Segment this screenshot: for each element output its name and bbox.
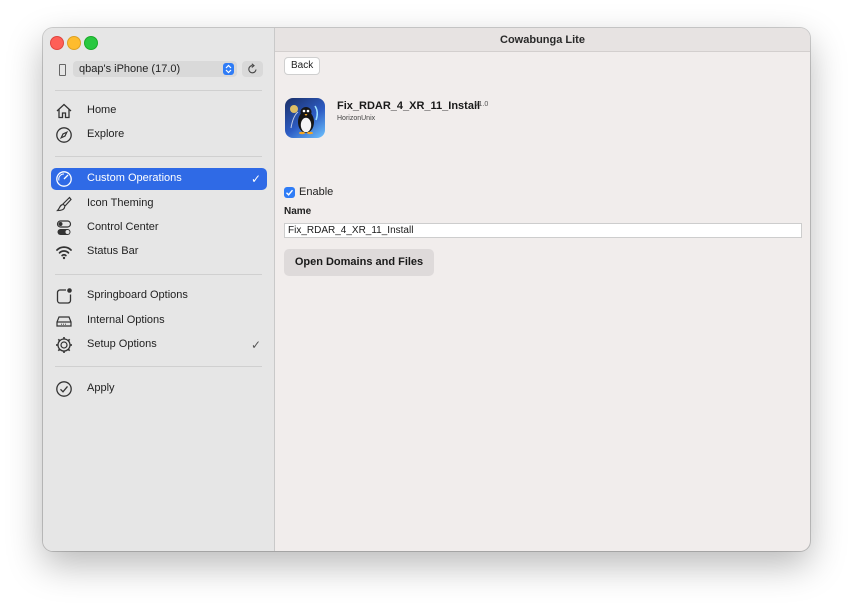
- sidebar-item-label: Setup Options: [87, 338, 157, 350]
- app-window: qbap's iPhone (17.0) Home Explore Custom…: [43, 28, 810, 551]
- sidebar-item-label: Status Bar: [87, 245, 139, 257]
- operation-author: HorizonUnix: [337, 115, 376, 122]
- sidebar-item-label: Icon Theming: [87, 197, 154, 209]
- drive-icon: [56, 316, 72, 327]
- paintbrush-icon: [56, 196, 72, 212]
- sidebar-item-explore[interactable]: Explore: [51, 124, 267, 146]
- checkmark-icon: ✓: [250, 338, 261, 352]
- enable-label: Enable: [299, 186, 334, 198]
- sidebar-item-setup-options[interactable]: Setup Options ✓: [51, 334, 267, 356]
- penguin-icon: [290, 105, 319, 135]
- sidebar-item-home[interactable]: Home: [51, 100, 267, 122]
- sidebar: qbap's iPhone (17.0) Home Explore Custom…: [43, 28, 275, 551]
- app-badge-icon: [56, 288, 72, 304]
- device-select[interactable]: qbap's iPhone (17.0): [73, 61, 237, 77]
- enable-checkbox[interactable]: [284, 187, 295, 198]
- device-select-value: qbap's iPhone (17.0): [79, 63, 181, 75]
- sidebar-item-label: Home: [87, 104, 117, 116]
- sidebar-item-internal-options[interactable]: Internal Options: [51, 310, 267, 332]
- sidebar-item-control-center[interactable]: Control Center: [51, 217, 267, 239]
- sidebar-divider: [55, 274, 262, 275]
- sidebar-item-label: Control Center: [87, 221, 159, 233]
- gauge-icon: [56, 171, 72, 187]
- operation-icon: [285, 98, 325, 138]
- sidebar-item-label: Apply: [87, 382, 115, 394]
- device-row: qbap's iPhone (17.0): [55, 61, 263, 79]
- toggles-icon: [56, 220, 72, 235]
- gear-icon: [56, 337, 72, 353]
- open-domains-button[interactable]: Open Domains and Files: [284, 249, 434, 276]
- sidebar-item-label: Internal Options: [87, 314, 165, 326]
- title-bar: Cowabunga Lite: [275, 28, 810, 52]
- checkmark-circle-icon: [56, 381, 72, 397]
- operation-name: Fix_RDAR_4_XR_11_Install: [337, 100, 481, 112]
- refresh-icon: [248, 63, 257, 74]
- sidebar-divider: [55, 366, 262, 367]
- close-window-button[interactable]: [50, 36, 64, 50]
- operation-version: v1.0: [475, 101, 489, 108]
- compass-icon: [56, 127, 72, 143]
- sidebar-item-label: Explore: [87, 128, 125, 140]
- sidebar-item-apply[interactable]: Apply: [51, 378, 267, 400]
- back-button[interactable]: Back: [284, 57, 321, 75]
- home-icon: [56, 103, 72, 119]
- sidebar-item-custom-operations[interactable]: Custom Operations ✓: [51, 168, 267, 190]
- name-label: Name: [284, 206, 312, 217]
- sidebar-item-springboard-options[interactable]: Springboard Options: [51, 285, 267, 307]
- minimize-window-button[interactable]: [67, 36, 81, 50]
- main-content: Back Fix_RDAR_4_XR_11_Install v1.0 Horiz…: [275, 52, 810, 551]
- sidebar-divider: [55, 156, 262, 157]
- sidebar-item-icon-theming[interactable]: Icon Theming: [51, 193, 267, 215]
- zoom-window-button[interactable]: [84, 36, 98, 50]
- name-input[interactable]: [284, 223, 802, 238]
- sidebar-item-label: Springboard Options: [87, 289, 188, 301]
- sidebar-divider: [55, 90, 262, 91]
- checkmark-icon: ✓: [250, 172, 261, 186]
- sidebar-item-status-bar[interactable]: Status Bar: [51, 241, 267, 263]
- window-title: Cowabunga Lite: [500, 34, 585, 46]
- checkmark-icon: [286, 189, 294, 196]
- chevron-updown-icon: [223, 63, 234, 75]
- phone-icon: [59, 64, 66, 76]
- wifi-icon: [56, 246, 72, 260]
- refresh-button[interactable]: [242, 61, 263, 77]
- sidebar-item-label: Custom Operations: [87, 172, 182, 184]
